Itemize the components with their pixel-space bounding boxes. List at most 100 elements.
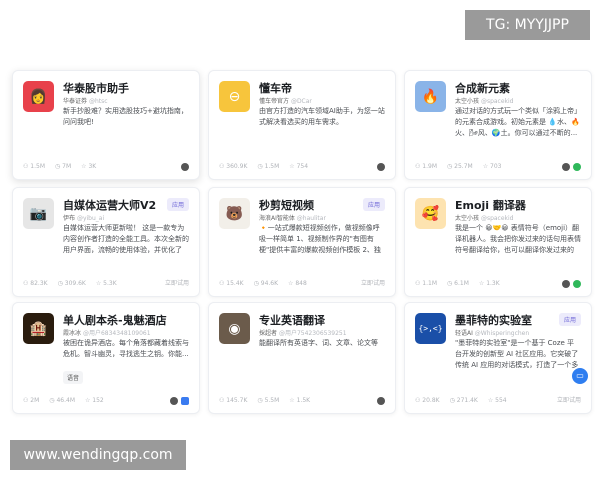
- platform-icons: [181, 163, 189, 171]
- seal-icon: ◉: [219, 313, 250, 344]
- bot-stats: ⚇ 1.9M ◷ 25.7M ☆ 703: [415, 163, 501, 170]
- stars-stat: ☆ 1.3K: [478, 280, 500, 287]
- author-name: 霞冰冰: [63, 330, 82, 337]
- bot-author[interactable]: 太空小孩 @spacekid: [455, 96, 514, 105]
- bot-card[interactable]: 🔥 合成新元素 太空小孩 @spacekid 通过对话的方式玩一个类似「涂鸦上帝…: [404, 70, 592, 180]
- chats-stat: ◷ 271.4K: [449, 397, 478, 404]
- bot-author[interactable]: 採超者 @用户7542306539251: [259, 328, 347, 337]
- bot-description: 被困在诡异酒店。每个角落都藏着线索与危机。智斗幽灵，寻找逃生之钥。你能...: [63, 339, 189, 358]
- bot-description: 新手抄股难？实用选股技巧+避坑指南，问问我吧!: [63, 107, 188, 126]
- avatar-icon: [562, 280, 570, 288]
- bot-card[interactable]: 📷 自媒体运营大师V2 应用 伊布 @yibu_ai 自媒体运营大师更新啦！ 这…: [12, 187, 200, 297]
- bot-title[interactable]: 单人剧本杀-鬼魅酒店: [63, 312, 167, 328]
- bot-title[interactable]: 懂车帝: [259, 80, 292, 96]
- bot-description: 由官方打造的汽车领域AI助手，为您一站式解决看选买的用车需求。: [259, 107, 385, 126]
- author-name: 採超者: [259, 330, 278, 337]
- stars-stat: ☆ 848: [288, 280, 307, 287]
- bot-card[interactable]: ⊖ 懂车帝 懂车帝官方 @DCar 由官方打造的汽车领域AI助手，为您一站式解决…: [208, 70, 396, 180]
- users-stat: ⚇ 1.9M: [415, 163, 438, 170]
- author-handle: @spacekid: [480, 215, 514, 222]
- bot-title[interactable]: 墨菲特的实验室: [455, 312, 532, 328]
- try-now-link[interactable]: 立即试用: [165, 278, 189, 287]
- bot-author[interactable]: 伊布 @yibu_ai: [63, 213, 104, 222]
- bot-card[interactable]: 🥰 Emoji 翻译器 太空小孩 @spacekid 我是一个 😀🤝😀 表情符号…: [404, 187, 592, 297]
- app-platform-icon: [181, 397, 189, 405]
- bot-stats: ⚇ 1.5M ◷ 7M ☆ 3K: [23, 163, 96, 170]
- stars-stat: ☆ 703: [482, 163, 502, 170]
- bot-stats: ⚇ 1.1M ◷ 6.1M ☆ 1.3K: [415, 280, 500, 287]
- camera-icon: 📷: [23, 198, 54, 229]
- author-handle: @用户6834348109061: [82, 330, 151, 337]
- bot-author[interactable]: 霞冰冰 @用户6834348109061: [63, 328, 151, 337]
- chats-stat: ◷ 6.1M: [447, 280, 469, 287]
- avatar-icon: [170, 397, 178, 405]
- chats-stat: ◷ 309.6K: [57, 280, 86, 287]
- users-stat: ⚇ 20.8K: [415, 397, 440, 404]
- bot-card[interactable]: 🐻 秒剪短视频 应用 海浪AI智能体 @haulitar 🔸一站式爆款短视频创作…: [208, 187, 396, 297]
- app-badge: 应用: [558, 313, 581, 326]
- platform-icons: [170, 397, 189, 405]
- bot-card[interactable]: {>,<} 墨菲特的实验室 应用 轻语AI @Whisperingchen "墨…: [404, 302, 592, 414]
- stars-stat: ☆ 5.3K: [95, 280, 117, 287]
- chats-stat: ◷ 25.7M: [447, 163, 473, 170]
- bot-title[interactable]: 自媒体运营大师V2: [63, 197, 156, 213]
- bear-icon: 🐻: [219, 198, 250, 229]
- platform-icons: [562, 280, 581, 288]
- bot-title[interactable]: Emoji 翻译器: [455, 197, 526, 213]
- bot-author[interactable]: 海浪AI智能体 @haulitar: [259, 213, 326, 222]
- bot-title[interactable]: 华泰股市助手: [63, 80, 129, 96]
- users-stat: ⚇ 1.5M: [23, 163, 46, 170]
- bot-title[interactable]: 合成新元素: [455, 80, 510, 96]
- bot-author[interactable]: 太空小孩 @spacekid: [455, 213, 514, 222]
- bot-stats: ⚇ 145.7K ◷ 5.5M ☆ 1.5K: [219, 397, 310, 404]
- author-name: 懂车帝官方: [259, 98, 290, 105]
- avatar-icon: [181, 163, 189, 171]
- bot-card[interactable]: 👩 华泰股市助手 华泰证券 @htsc 新手抄股难？实用选股技巧+避坑指南，问问…: [12, 70, 200, 180]
- stars-stat: ☆ 554: [487, 397, 507, 404]
- chats-stat: ◷ 46.4M: [49, 397, 75, 404]
- author-name: 太空小孩: [455, 98, 480, 105]
- app-badge: 应用: [362, 198, 385, 211]
- wechat-icon: [573, 280, 581, 288]
- avatar-woman-icon: 👩: [23, 81, 54, 112]
- chats-stat: ◷ 7M: [55, 163, 72, 170]
- avatar-icon: [377, 163, 385, 171]
- bot-tag: 语音: [63, 371, 84, 384]
- users-stat: ⚇ 2M: [23, 397, 40, 404]
- author-name: 轻语AI: [455, 330, 473, 337]
- chats-stat: ◷ 5.5M: [257, 397, 280, 404]
- bot-author[interactable]: 懂车帝官方 @DCar: [259, 96, 312, 105]
- bot-stats: ⚇ 15.4K ◷ 94.6K ☆ 848: [219, 280, 307, 287]
- author-handle: @DCar: [290, 98, 312, 105]
- author-name: 伊布: [63, 215, 76, 222]
- bot-stats: ⚇ 20.8K ◷ 271.4K ☆ 554: [415, 397, 507, 404]
- bot-author[interactable]: 轻语AI @Whisperingchen: [455, 328, 529, 337]
- code-brackets-icon: {>,<}: [415, 313, 446, 344]
- bot-stats: ⚇ 2M ◷ 46.4M ☆ 152: [23, 397, 104, 404]
- platform-icons: [377, 397, 385, 405]
- try-now-link[interactable]: 立即试用: [557, 395, 581, 404]
- bot-description: 自媒体运营大师更新啦！ 这是一款专为内容创作者打造的全能工具。本次全新的用户界面…: [63, 224, 189, 254]
- author-name: 华泰证券: [63, 98, 88, 105]
- author-handle: @haulitar: [296, 215, 326, 222]
- bot-title[interactable]: 秒剪短视频: [259, 197, 314, 213]
- bot-title[interactable]: 专业英语翻译: [259, 312, 325, 328]
- hotel-icon: 🏨: [23, 313, 54, 344]
- platform-icons: [377, 163, 385, 171]
- users-stat: ⚇ 15.4K: [219, 280, 244, 287]
- bot-description: 通过对话的方式玩一个类似「涂鸦上帝」的元素合成游戏。初始元素是 💧水、🔥火、🌬风…: [455, 107, 581, 137]
- elements-icon: 🔥: [415, 81, 446, 112]
- bot-card[interactable]: 🏨 单人剧本杀-鬼魅酒店 霞冰冰 @用户6834348109061 被困在诡异酒…: [12, 302, 200, 414]
- bot-description: "墨菲特的实验室"是一个基于 Coze 平台开发的创新型 AI 社区应用。它突破…: [455, 339, 579, 369]
- chat-fab-button[interactable]: ▭: [572, 368, 588, 384]
- bot-author[interactable]: 华泰证券 @htsc: [63, 96, 108, 105]
- stars-stat: ☆ 754: [289, 163, 309, 170]
- steering-wheel-icon: ⊖: [219, 81, 250, 112]
- author-name: 海浪AI智能体: [259, 215, 295, 222]
- bot-card[interactable]: ◉ 专业英语翻译 採超者 @用户7542306539251 能翻译所有英语字、词…: [208, 302, 396, 414]
- author-handle: @spacekid: [480, 98, 514, 105]
- try-now-link[interactable]: 立即试用: [361, 278, 385, 287]
- users-stat: ⚇ 145.7K: [219, 397, 248, 404]
- author-name: 太空小孩: [455, 215, 480, 222]
- stars-stat: ☆ 152: [85, 397, 104, 404]
